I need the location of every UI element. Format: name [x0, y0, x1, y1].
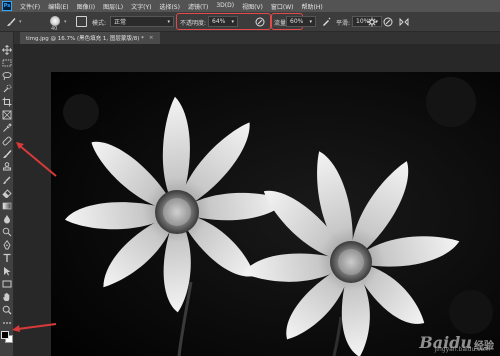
- pressure-size-icon[interactable]: [382, 16, 394, 28]
- history-brush-icon[interactable]: [2, 175, 12, 185]
- brush-picker-caret-icon[interactable]: ▾: [64, 19, 67, 25]
- menu-filter[interactable]: 滤镜(T): [188, 2, 208, 11]
- healing-icon[interactable]: [2, 136, 12, 146]
- eyedropper-icon[interactable]: [2, 123, 12, 133]
- rectangle-icon[interactable]: [2, 279, 12, 289]
- path-select-icon[interactable]: [2, 266, 12, 276]
- document-canvas[interactable]: Baidu 经验 jingyan.baidu.com: [51, 72, 500, 356]
- type-icon[interactable]: [2, 253, 12, 263]
- document-tab-title: timg.jpg @ 16.7% (黑色填充 1, 图层蒙版/8) *: [26, 36, 144, 42]
- brush-tool-icon[interactable]: [6, 17, 16, 27]
- menu-select[interactable]: 选择(S): [159, 2, 180, 11]
- menu-file[interactable]: 文件(F): [20, 2, 40, 11]
- frame-icon[interactable]: [2, 110, 12, 120]
- mode-caret-icon: ▾: [167, 18, 170, 25]
- menu-bar: Ps 文件(F) 编辑(E) 图像(I) 图层(L) 文字(Y) 选择(S) 滤…: [0, 0, 500, 12]
- menu-image[interactable]: 图像(I): [77, 2, 95, 11]
- document-tab[interactable]: timg.jpg @ 16.7% (黑色填充 1, 图层蒙版/8) * ×: [20, 32, 160, 44]
- marquee-icon[interactable]: [2, 58, 12, 68]
- annotation-arrow-color: [12, 323, 57, 332]
- pen-icon[interactable]: [2, 240, 12, 250]
- blur-icon[interactable]: [2, 214, 12, 224]
- zoom-icon[interactable]: [2, 305, 12, 315]
- menu-help[interactable]: 帮助(H): [302, 2, 323, 11]
- opacity-label: 不透明度:: [180, 20, 207, 27]
- close-tab-icon[interactable]: ×: [149, 35, 154, 41]
- menu-edit[interactable]: 编辑(E): [48, 2, 68, 11]
- pressure-opacity-icon[interactable]: [254, 16, 266, 28]
- tool-preset-caret-icon[interactable]: ▾: [19, 19, 22, 25]
- document-tab-bar: timg.jpg @ 16.7% (黑色填充 1, 图层蒙版/8) * ×: [14, 32, 500, 44]
- gradient-icon[interactable]: [2, 201, 12, 211]
- eraser-icon[interactable]: [2, 188, 12, 198]
- mode-value: 正常: [114, 19, 127, 26]
- photoshop-logo: Ps: [2, 1, 12, 11]
- foreground-color[interactable]: [1, 331, 9, 339]
- symmetry-icon[interactable]: [398, 16, 410, 28]
- brush-preview-icon[interactable]: [50, 16, 60, 26]
- quick-select-icon[interactable]: [2, 84, 12, 94]
- menu-items: 文件(F) 编辑(E) 图像(I) 图层(L) 文字(Y) 选择(S) 滤镜(T…: [20, 2, 331, 11]
- move-icon[interactable]: [2, 45, 12, 55]
- dodge-icon[interactable]: [2, 227, 12, 237]
- flow-input[interactable]: 60% ▾: [286, 16, 316, 27]
- opacity-caret-icon: ▾: [231, 18, 234, 25]
- menu-layer[interactable]: 图层(L): [103, 2, 123, 11]
- airbrush-icon[interactable]: [320, 16, 332, 28]
- menu-3d[interactable]: 3D(D): [216, 2, 234, 11]
- menu-view[interactable]: 视图(V): [242, 2, 263, 11]
- menu-type[interactable]: 文字(Y): [131, 2, 151, 11]
- watermark-url: jingyan.baidu.com: [434, 346, 490, 353]
- options-bar: ▾ 40 ▾ 模式: 正常 ▾ 不透明度: 64% ▾ 流量: 60% ▾ 平滑…: [0, 12, 500, 32]
- menu-window[interactable]: 窗口(W): [271, 2, 294, 11]
- opacity-input[interactable]: 64% ▾: [208, 16, 238, 27]
- opacity-value: 64%: [212, 18, 226, 25]
- smoothing-settings-gear-icon[interactable]: [366, 16, 378, 28]
- smoothing-label: 平滑:: [336, 20, 351, 27]
- stamp-icon[interactable]: [2, 162, 12, 172]
- hand-icon[interactable]: [2, 292, 12, 302]
- brush-icon[interactable]: [2, 149, 12, 159]
- crop-icon[interactable]: [2, 97, 12, 107]
- brush-settings-panel-icon[interactable]: [76, 16, 87, 27]
- flow-value: 60%: [290, 18, 304, 25]
- flower-image: [51, 72, 500, 356]
- annotation-arrow-brush: [16, 142, 57, 177]
- tools-panel: [0, 32, 14, 356]
- flow-caret-icon: ▾: [309, 18, 312, 25]
- baidu-watermark: Baidu 经验 jingyan.baidu.com: [419, 333, 494, 353]
- lasso-icon[interactable]: [2, 71, 12, 81]
- mode-select[interactable]: 正常 ▾: [110, 16, 174, 27]
- mode-label: 模式:: [92, 20, 107, 27]
